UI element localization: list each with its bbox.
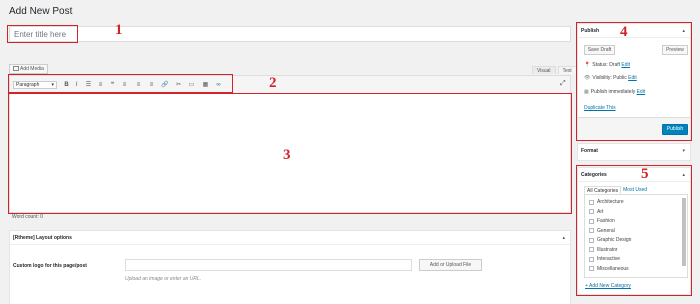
annotation-box-categories [576,165,692,296]
editor-tabs: Visual Text [530,66,577,74]
tab-text[interactable]: Text [557,66,577,74]
format-caret-icon[interactable]: ▾ [682,148,685,154]
custom-logo-input[interactable] [125,259,412,271]
annotation-number-5: 5 [641,166,649,182]
custom-logo-label: Custom logo for this page/post [13,263,87,269]
annotation-box-publish [576,22,692,141]
annotation-number-4: 4 [620,24,628,40]
annotation-box-title [7,25,78,43]
layout-options-title[interactable]: [Rtheme] Layout options [10,231,570,245]
format-panel: Format ▾ [577,143,691,161]
annotation-number-2: 2 [269,75,277,91]
annotation-number-1: 1 [115,22,123,38]
fullscreen-icon[interactable]: ⤢ [560,80,566,88]
media-icon [13,66,19,71]
upload-file-button[interactable]: Add or Upload File [419,259,482,271]
collapse-caret-icon[interactable]: ▴ [562,235,565,241]
post-title-field[interactable] [9,26,571,42]
format-title[interactable]: Format [578,144,690,158]
annotation-number-3: 3 [283,147,291,163]
add-media-label: Add Media [20,66,44,72]
add-media-button[interactable]: Add Media [9,64,48,74]
layout-options-panel: [Rtheme] Layout options ▴ Custom logo fo… [9,230,571,304]
custom-logo-description: Upload an image or enter an URL. [125,276,202,282]
tab-visual[interactable]: Visual [532,66,556,74]
page-title: Add New Post [9,6,73,17]
word-count: Word count: 0 [12,214,44,220]
post-title-input[interactable] [10,27,570,41]
annotation-box-toolbar [8,74,233,93]
